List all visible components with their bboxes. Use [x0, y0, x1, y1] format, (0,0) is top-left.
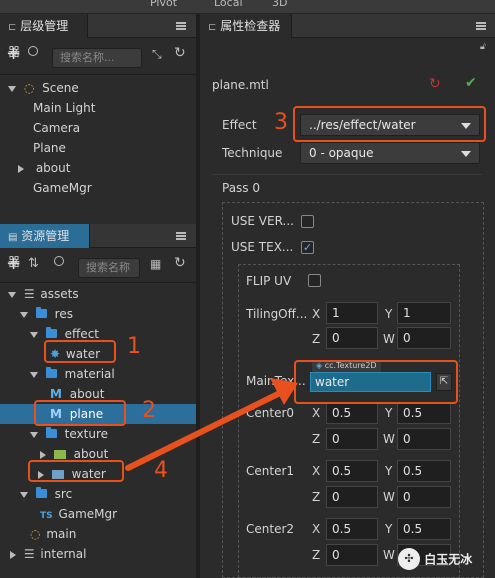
wechat-icon: ✣ — [398, 548, 420, 570]
watermark: ✣ 白玉无冰 — [398, 548, 472, 570]
annotation-arrow — [125, 378, 298, 471]
